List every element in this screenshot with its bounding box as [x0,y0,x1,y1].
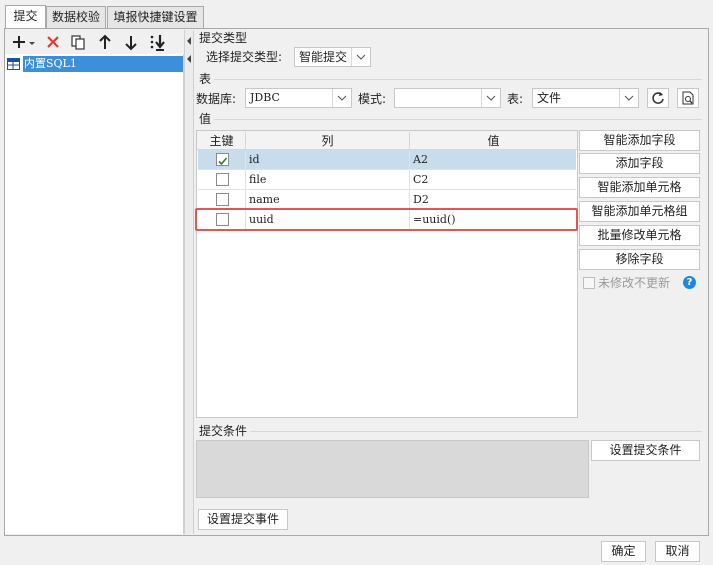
submit-type-value: 智能提交 [299,50,348,64]
column-cell[interactable]: file [246,170,410,189]
panel-splitter[interactable] [184,30,194,534]
condition-section-divider [250,431,702,432]
batch-modify-cell-button[interactable]: 批量修改单元格 [579,225,700,246]
refresh-icon [652,92,664,104]
values-section-divider [214,119,702,120]
condition-section-label: 提交条件 [199,424,248,438]
move-bottom-icon[interactable] [149,34,167,52]
primary-key-cell [198,190,246,209]
database-table-icon [7,58,20,70]
values-section-label: 值 [199,112,212,126]
value-cell[interactable]: A2 [410,150,576,169]
schema-label: 模式: [358,92,387,106]
collapse-left-arrow-icon[interactable] [186,34,192,45]
remove-field-button[interactable]: 移除字段 [579,249,700,270]
cancel-button[interactable]: 取消 [655,541,700,562]
primary-key-checkbox[interactable] [216,153,229,166]
add-field-button[interactable]: 添加字段 [579,153,700,174]
primary-key-cell [198,150,246,169]
table-value: 文件 [537,91,562,105]
preview-icon [682,91,694,105]
column-header-column[interactable]: 列 [246,132,410,150]
primary-key-cell [198,170,246,189]
column-header-value[interactable]: 值 [410,132,577,150]
chevron-down-icon[interactable] [619,89,638,107]
tab-data-validation[interactable]: 数据校验 [46,6,106,28]
primary-key-checkbox[interactable] [216,173,229,186]
smart-add-field-button[interactable]: 智能添加字段 [579,130,700,151]
collapse-left-arrow-icon-2[interactable] [186,52,192,63]
table-label: 表: [507,92,524,106]
ok-button[interactable]: 确定 [601,541,646,562]
schema-select[interactable] [394,88,501,108]
submit-type-section-label: 提交类型 [199,31,248,45]
no-update-unmodified-checkbox[interactable] [583,277,595,289]
add-dropdown-arrow-icon[interactable] [28,34,38,52]
database-label: 数据库: [196,92,237,106]
column-header-primary-key[interactable]: 主键 [198,132,246,150]
no-update-unmodified-label: 未修改不更新 [598,276,671,290]
delete-icon[interactable] [45,34,63,52]
table-section-divider [214,79,702,80]
refresh-button[interactable] [647,88,669,108]
preview-button[interactable] [677,88,699,108]
chevron-down-icon[interactable] [351,48,370,66]
highlight-box [195,208,578,231]
condition-area[interactable] [196,440,589,498]
database-select[interactable]: JDBC [245,88,352,108]
move-up-icon[interactable] [97,34,115,52]
set-submit-event-button[interactable]: 设置提交事件 [198,509,288,530]
submit-list-panel [5,54,184,534]
set-submit-condition-button[interactable]: 设置提交条件 [591,440,700,461]
tab-submit[interactable]: 提交 [5,5,46,29]
help-icon[interactable]: ? [683,276,696,289]
primary-key-checkbox[interactable] [216,193,229,206]
submit-type-select-label: 选择提交类型: [206,50,283,64]
add-icon[interactable] [11,34,29,52]
smart-add-cell-button[interactable]: 智能添加单元格 [579,177,700,198]
column-cell[interactable]: id [246,150,410,169]
database-value: JDBC [250,91,280,104]
chevron-down-icon[interactable] [332,89,351,107]
checkmark-icon [218,157,228,166]
column-cell[interactable]: name [246,190,410,209]
table-row[interactable]: file C2 [198,170,576,190]
tab-shortcut-settings[interactable]: 填报快捷键设置 [107,6,204,28]
value-cell[interactable]: C2 [410,170,576,189]
chevron-down-icon[interactable] [481,89,500,107]
table-row[interactable]: id A2 [198,150,576,170]
move-down-icon[interactable] [123,34,141,52]
submit-type-select[interactable]: 智能提交 [294,47,371,67]
tree-item-builtin-sql1[interactable]: 内置SQL1 [23,56,183,72]
copy-icon[interactable] [70,34,88,52]
table-row[interactable]: name D2 [198,190,576,210]
smart-add-cell-group-button[interactable]: 智能添加单元格组 [579,201,700,222]
table-select[interactable]: 文件 [532,88,639,108]
value-cell[interactable]: D2 [410,190,576,209]
table-section-label: 表 [199,72,212,86]
